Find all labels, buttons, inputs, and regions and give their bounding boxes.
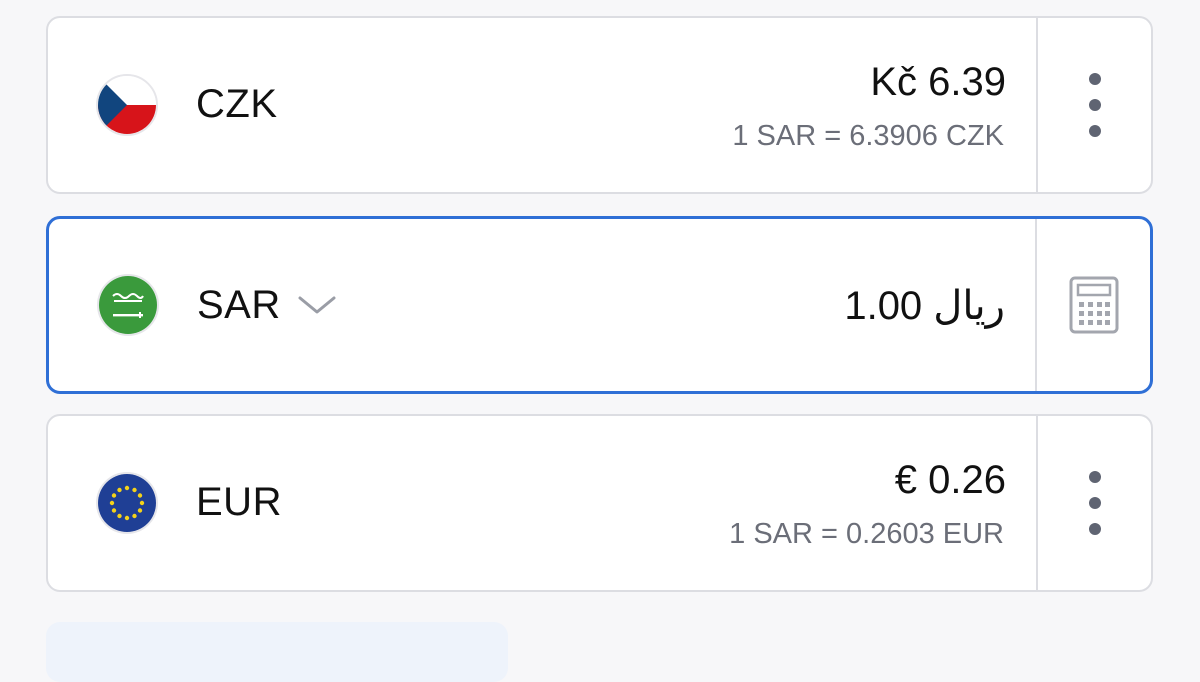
- calculator-button[interactable]: [1035, 219, 1150, 391]
- currency-card-sar[interactable]: SAR 1.00 ريال: [46, 216, 1153, 394]
- currency-row-sar[interactable]: SAR 1.00 ريال: [49, 219, 1037, 391]
- more-vertical-icon[interactable]: [1088, 464, 1101, 542]
- currency-card-eur[interactable]: EUR € 0.26 1 SAR = 0.2603 EUR: [46, 414, 1153, 592]
- currency-amount-input[interactable]: 1.00 ريال: [844, 283, 1005, 329]
- more-vertical-icon[interactable]: [1088, 66, 1101, 144]
- exchange-rate: 1 SAR = 6.3906 CZK: [732, 120, 1004, 152]
- eu-flag-icon: [96, 472, 158, 534]
- add-currency-tile[interactable]: [46, 622, 508, 682]
- currency-amount[interactable]: Kč 6.39: [870, 60, 1006, 105]
- currency-code: EUR: [196, 480, 282, 524]
- currency-row-czk[interactable]: CZK Kč 6.39 1 SAR = 6.3906 CZK: [48, 18, 1038, 192]
- czech-flag-icon: [96, 74, 158, 136]
- currency-code: SAR: [197, 283, 281, 327]
- more-options-button[interactable]: [1036, 416, 1151, 590]
- exchange-rate: 1 SAR = 0.2603 EUR: [729, 518, 1004, 550]
- saudi-flag-icon: [97, 274, 159, 336]
- currency-amount[interactable]: € 0.26: [895, 458, 1006, 503]
- currency-card-czk[interactable]: CZK Kč 6.39 1 SAR = 6.3906 CZK: [46, 16, 1153, 194]
- more-options-button[interactable]: [1036, 18, 1151, 192]
- currency-row-eur[interactable]: EUR € 0.26 1 SAR = 0.2603 EUR: [48, 416, 1038, 590]
- chevron-down-icon[interactable]: [297, 295, 337, 315]
- currency-code: CZK: [196, 82, 278, 126]
- calculator-icon[interactable]: [1069, 276, 1119, 334]
